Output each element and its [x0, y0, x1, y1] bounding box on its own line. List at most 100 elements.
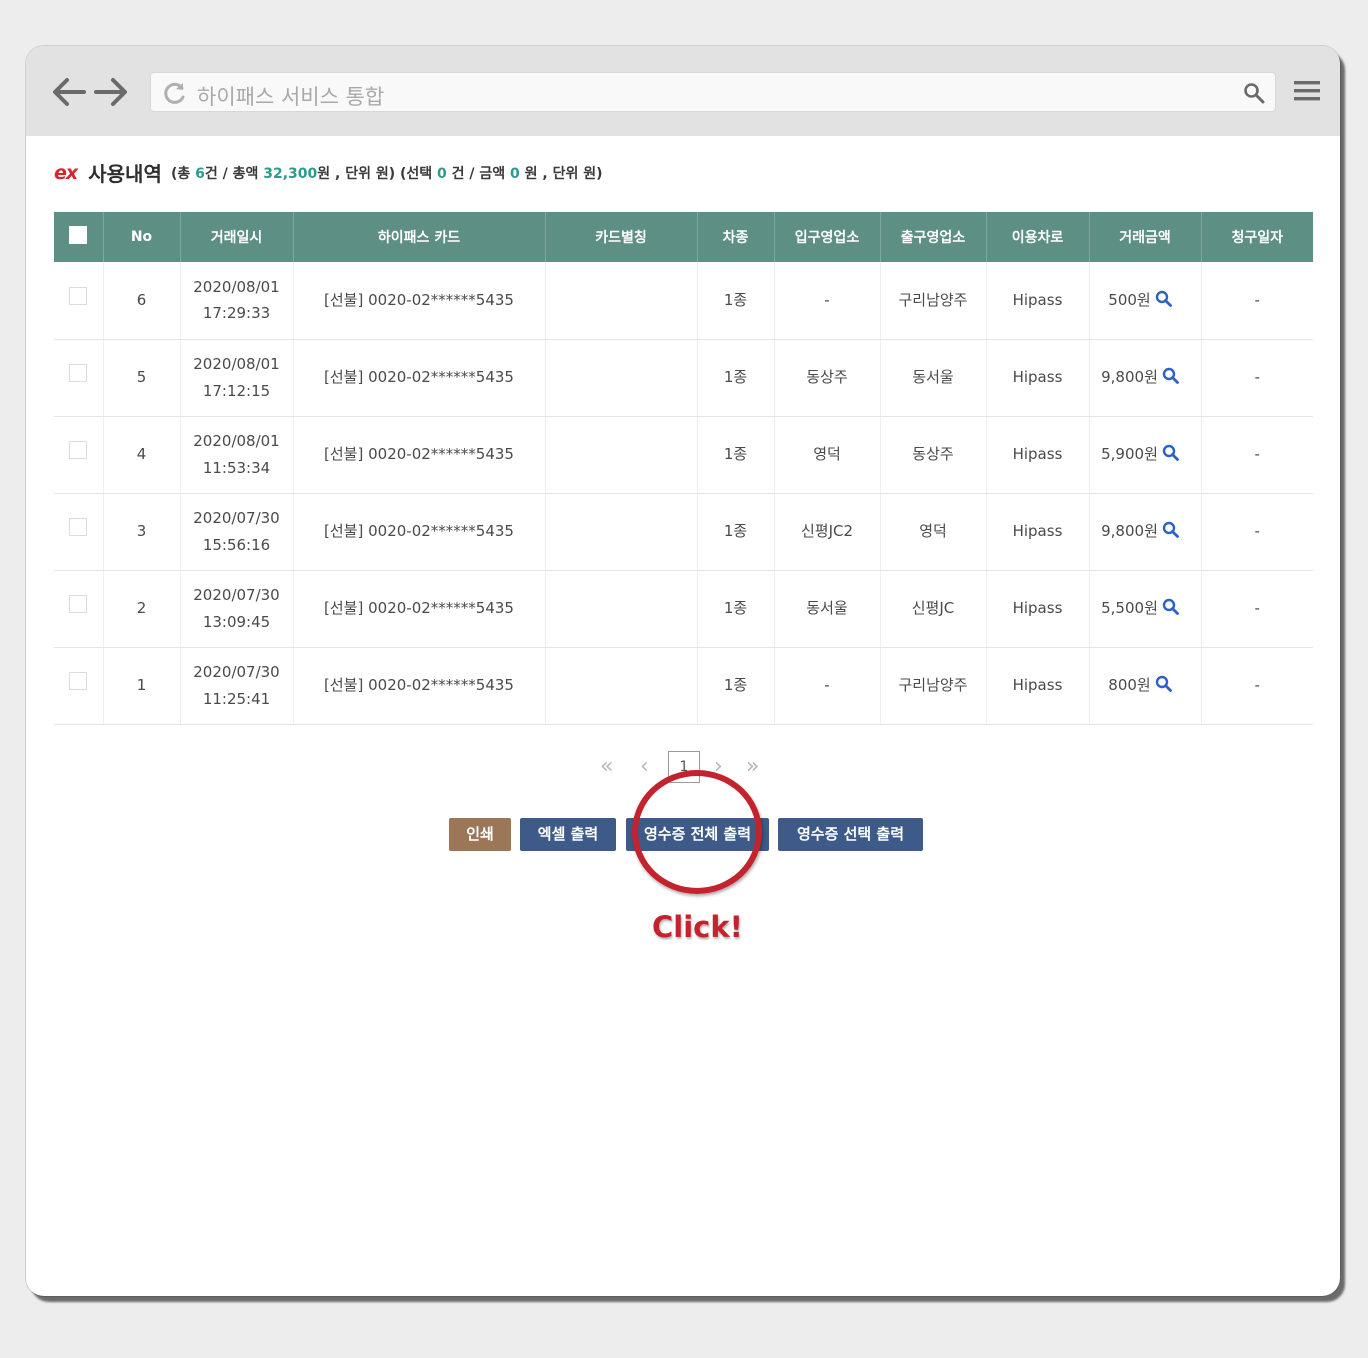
- cell-billing-date: -: [1200, 262, 1313, 340]
- cell-date: 2020/07/30: [193, 586, 280, 605]
- cell-no: 4: [102, 416, 180, 494]
- amount-value: 9,800원: [1101, 368, 1158, 387]
- row-checkbox[interactable]: [69, 441, 88, 460]
- cell-entry: -: [773, 262, 880, 340]
- cell-datetime: 2020/08/01 11:53:34: [179, 416, 293, 494]
- table-row[interactable]: 1 2020/07/30 11:25:41 [선불] 0020-02******543…: [54, 647, 1313, 725]
- cell-alias: [544, 493, 697, 571]
- column-header[interactable]: 차종: [696, 212, 774, 262]
- cell-time: 17:12:15: [202, 381, 271, 400]
- usage-table: No 거래일시 하이패스 카드 카드별칭 차종 입구영업소 출구영업소 이용차로…: [54, 212, 1313, 725]
- cell-amount: 9,800원: [1088, 493, 1201, 571]
- page-title: 사용내역: [88, 162, 162, 186]
- amount-value: 5,900원: [1101, 445, 1158, 464]
- hamburger-menu-icon[interactable]: [1292, 76, 1322, 106]
- column-header[interactable]: No: [102, 212, 180, 262]
- table-row[interactable]: 6 2020/08/01 17:29:33 [선불] 0020-02******543…: [54, 262, 1313, 340]
- click-annotation: Click!: [652, 910, 743, 944]
- cell-card: [선불] 0020-02******5435: [292, 647, 545, 725]
- table-row[interactable]: 5 2020/08/01 17:12:15 [선불] 0020-02******543…: [54, 339, 1313, 417]
- select-all-cell: [54, 212, 103, 262]
- cell-entry: 영덕: [773, 416, 880, 494]
- column-header[interactable]: 거래금액: [1088, 212, 1201, 262]
- row-checkbox[interactable]: [69, 518, 88, 537]
- row-checkbox[interactable]: [69, 672, 88, 691]
- forward-arrow-icon[interactable]: [92, 74, 130, 110]
- receipt-selected-print-button[interactable]: 영수증 선택 출력: [778, 818, 923, 851]
- cell-date: 2020/07/30: [193, 663, 280, 682]
- prev-page-button[interactable]: ‹: [640, 755, 649, 779]
- select-all-checkbox[interactable]: [69, 226, 88, 244]
- cell-no: 3: [102, 493, 180, 571]
- column-header[interactable]: 청구일자: [1200, 212, 1313, 262]
- magnifier-icon[interactable]: [1162, 366, 1179, 385]
- cell-billing-date: -: [1200, 416, 1313, 494]
- cell-datetime: 2020/08/01 17:12:15: [179, 339, 293, 417]
- column-header[interactable]: 카드별칭: [544, 212, 697, 262]
- summary-text: (총 6건 / 총액 32,300원 , 단위 원) (선택 0 건 / 금액 …: [170, 165, 603, 182]
- cell-alias: [544, 416, 697, 494]
- cell-lane: Hipass: [985, 493, 1089, 571]
- row-checkbox[interactable]: [69, 364, 88, 383]
- cell-billing-date: -: [1200, 339, 1313, 417]
- cell-lane: Hipass: [985, 416, 1089, 494]
- table-row[interactable]: 2 2020/07/30 13:09:45 [선불] 0020-02******543…: [54, 570, 1313, 648]
- cell-vehicle-type: 1종: [696, 416, 774, 494]
- cell-amount: 9,800원: [1088, 339, 1201, 417]
- cell-date: 2020/08/01: [193, 355, 280, 374]
- column-header[interactable]: 입구영업소: [773, 212, 880, 262]
- table-row[interactable]: 3 2020/07/30 15:56:16 [선불] 0020-02******543…: [54, 493, 1313, 571]
- magnifier-icon[interactable]: [1155, 674, 1172, 693]
- cell-exit: 구리남양주: [879, 262, 986, 340]
- total-amount: 32,300: [263, 165, 318, 182]
- row-checkbox[interactable]: [69, 595, 88, 614]
- magnifier-icon[interactable]: [1162, 597, 1179, 616]
- cell-vehicle-type: 1종: [696, 493, 774, 571]
- cell-amount: 500원: [1088, 262, 1201, 340]
- magnifier-icon[interactable]: [1162, 443, 1179, 462]
- last-page-button[interactable]: »: [746, 755, 759, 779]
- address-text: 하이패스 서비스 통합: [197, 85, 385, 109]
- cell-card: [선불] 0020-02******5435: [292, 262, 545, 340]
- cell-no: 2: [102, 570, 180, 648]
- browser-window: 하이패스 서비스 통합 ex 사용내역 (총 6건 / 총액 32,300원 ,…: [26, 46, 1340, 1296]
- cell-no: 1: [102, 647, 180, 725]
- cell-amount: 5,900원: [1088, 416, 1201, 494]
- table-header-row: No 거래일시 하이패스 카드 카드별칭 차종 입구영업소 출구영업소 이용차로…: [54, 212, 1313, 262]
- column-header[interactable]: 하이패스 카드: [292, 212, 545, 262]
- cell-lane: Hipass: [985, 570, 1089, 648]
- column-header[interactable]: 이용차로: [985, 212, 1089, 262]
- amount-value: 500원: [1108, 291, 1151, 310]
- magnifier-icon[interactable]: [1162, 520, 1179, 539]
- cell-vehicle-type: 1종: [696, 570, 774, 648]
- excel-export-button[interactable]: 엑셀 출력: [520, 818, 616, 851]
- reload-icon[interactable]: [163, 81, 187, 105]
- print-button[interactable]: 인쇄: [449, 818, 511, 851]
- cell-lane: Hipass: [985, 262, 1089, 340]
- amount-value: 800원: [1108, 676, 1151, 695]
- row-select-cell: [54, 416, 103, 494]
- cell-exit: 신평JC: [879, 570, 986, 648]
- column-header[interactable]: 거래일시: [179, 212, 293, 262]
- table-row[interactable]: 4 2020/08/01 11:53:34 [선불] 0020-02******543…: [54, 416, 1313, 494]
- row-select-cell: [54, 493, 103, 571]
- cell-vehicle-type: 1종: [696, 262, 774, 340]
- cell-entry: 동상주: [773, 339, 880, 417]
- cell-vehicle-type: 1종: [696, 339, 774, 417]
- first-page-button[interactable]: «: [600, 755, 613, 779]
- cell-datetime: 2020/07/30 13:09:45: [179, 570, 293, 648]
- cell-exit: 동상주: [879, 416, 986, 494]
- back-arrow-icon[interactable]: [50, 74, 88, 110]
- magnifier-icon[interactable]: [1155, 289, 1172, 308]
- cell-no: 5: [102, 339, 180, 417]
- cell-datetime: 2020/07/30 11:25:41: [179, 647, 293, 725]
- row-checkbox[interactable]: [69, 287, 88, 306]
- cell-card: [선불] 0020-02******5435: [292, 416, 545, 494]
- cell-date: 2020/08/01: [193, 278, 280, 296]
- address-bar[interactable]: 하이패스 서비스 통합: [150, 72, 1276, 112]
- search-icon[interactable]: [1243, 82, 1265, 104]
- cell-time: 15:56:16: [202, 535, 271, 554]
- total-count: 6: [195, 165, 205, 182]
- column-header[interactable]: 출구영업소: [879, 212, 986, 262]
- cell-card: [선불] 0020-02******5435: [292, 493, 545, 571]
